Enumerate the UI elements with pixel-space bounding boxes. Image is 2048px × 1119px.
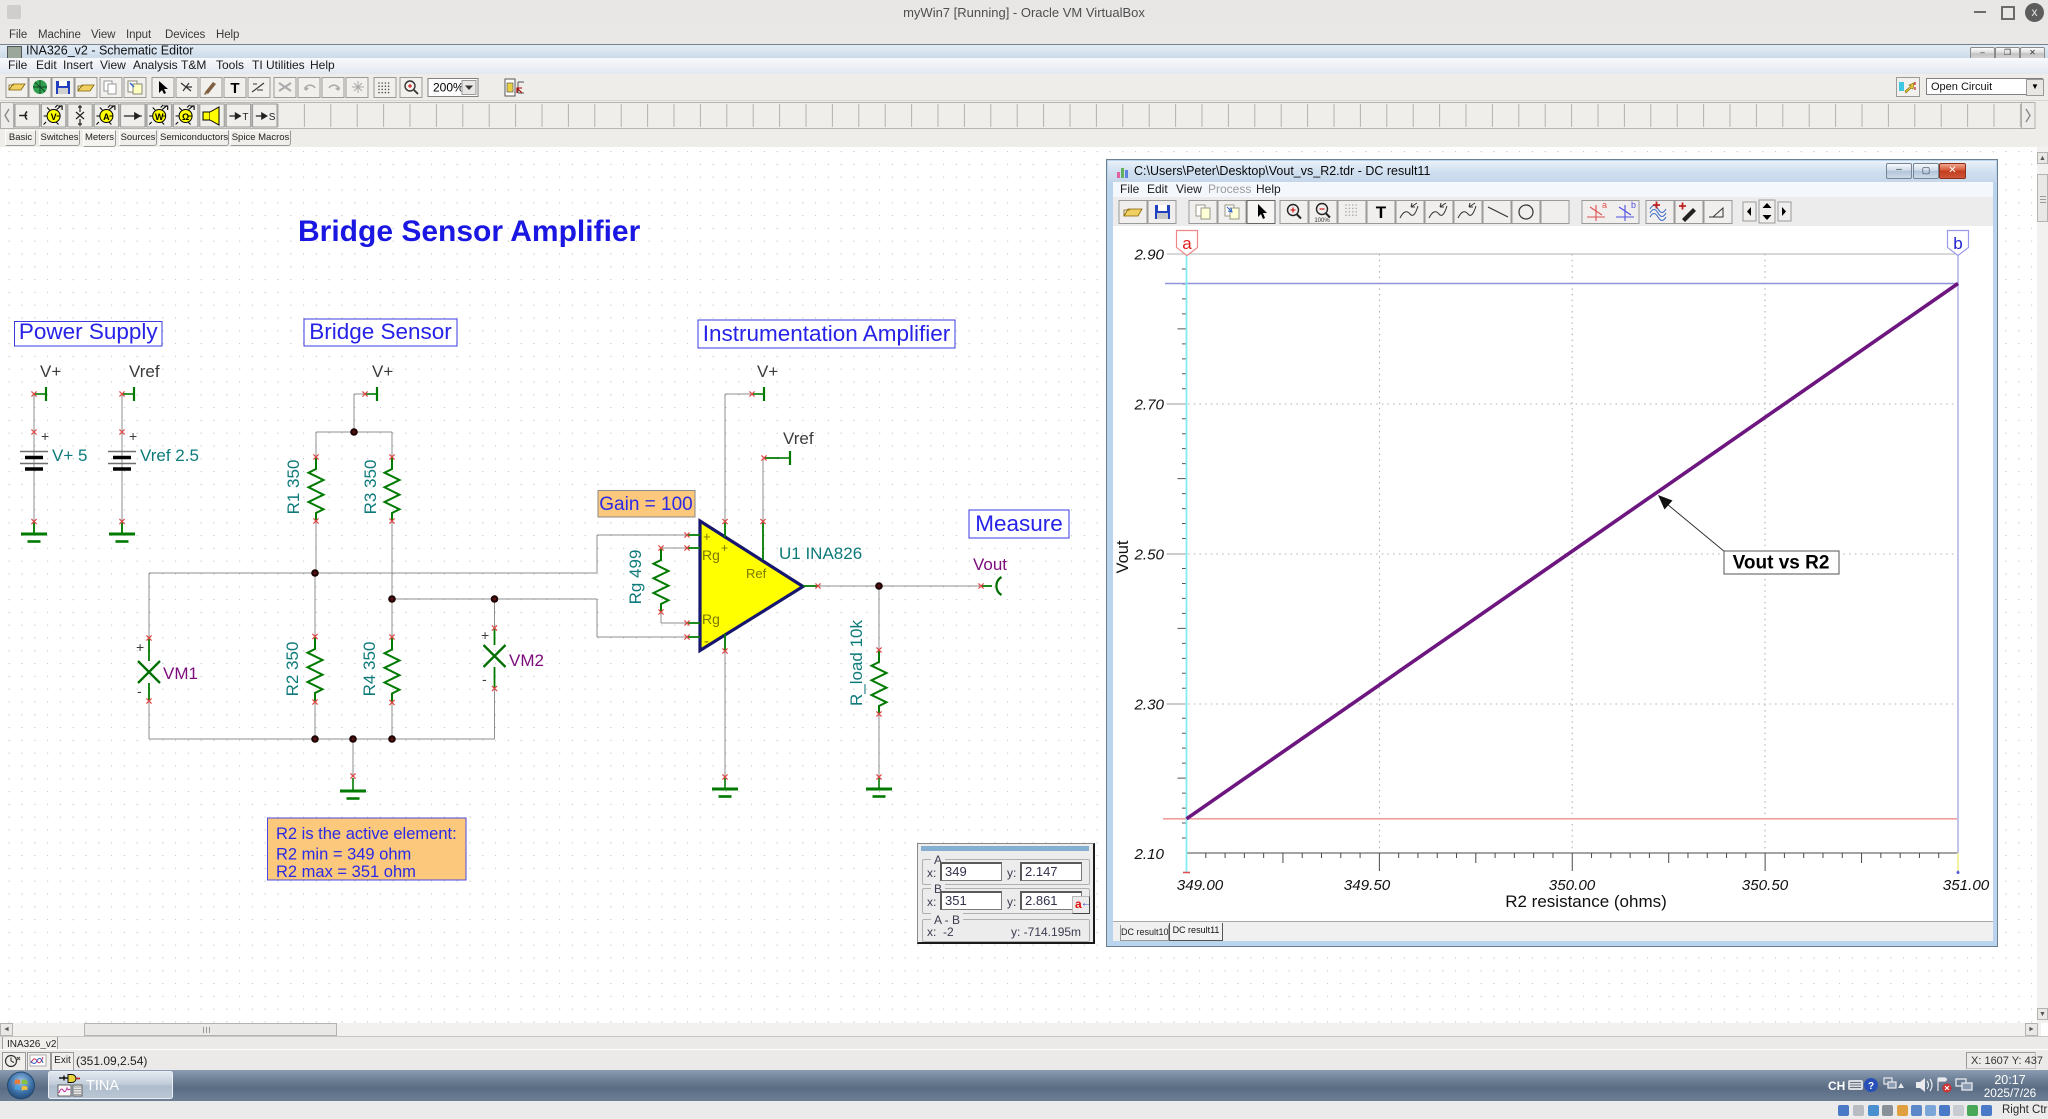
svg-text:+: +: [703, 529, 711, 544]
svg-text:R2 min = 349 ohm: R2 min = 349 ohm: [276, 846, 411, 864]
svg-text:Rg: Rg: [702, 547, 720, 563]
svg-text:349.50: 349.50: [1344, 877, 1391, 894]
svg-text:Vref: Vref: [129, 362, 160, 381]
svg-text:V+: V+: [40, 362, 61, 381]
svg-text:Vout: Vout: [1114, 540, 1132, 573]
svg-text:2.30: 2.30: [1133, 697, 1164, 714]
svg-text:R_load 10k: R_load 10k: [847, 620, 866, 707]
svg-text:S: S: [269, 112, 276, 123]
svg-text:V: V: [51, 112, 57, 122]
svg-text:Vref: Vref: [783, 429, 814, 448]
svg-text:V+ 5: V+ 5: [52, 446, 87, 465]
svg-text:Bridge Sensor Amplifier: Bridge Sensor Amplifier: [298, 215, 641, 248]
svg-text:R2 350: R2 350: [283, 642, 302, 697]
svg-text:-: -: [137, 683, 142, 699]
svg-text:Gain = 100: Gain = 100: [599, 494, 693, 515]
svg-text:R2 max = 351 ohm: R2 max = 351 ohm: [276, 863, 416, 881]
svg-text:2.90: 2.90: [1133, 247, 1164, 264]
svg-text:R2 is the active element:: R2 is the active element:: [276, 825, 457, 843]
svg-text:Power Supply: Power Supply: [19, 319, 159, 344]
svg-text:a: a: [1182, 234, 1192, 253]
svg-text:VM2: VM2: [509, 651, 544, 670]
svg-text:+: +: [41, 428, 49, 444]
svg-text:+: +: [721, 541, 728, 555]
svg-text:U1 INA826: U1 INA826: [779, 544, 862, 563]
svg-text:Measure: Measure: [975, 511, 1063, 536]
svg-text:b: b: [1631, 200, 1636, 210]
svg-text:Instrumentation Amplifier: Instrumentation Amplifier: [703, 321, 951, 346]
svg-text:CH: CH: [1828, 1079, 1845, 1093]
svg-text:Vout vs R2: Vout vs R2: [1733, 553, 1830, 574]
svg-text:V+: V+: [372, 362, 393, 381]
svg-text:A: A: [103, 112, 110, 122]
svg-text:+: +: [481, 627, 489, 643]
svg-text:?: ?: [1868, 1081, 1874, 1092]
svg-text:V+: V+: [757, 362, 778, 381]
svg-text:2.50: 2.50: [1133, 547, 1164, 564]
svg-text:200%: 200%: [433, 81, 464, 95]
svg-text:20:17: 20:17: [1994, 1073, 2025, 1087]
svg-text:Vout: Vout: [973, 555, 1007, 574]
svg-text:2.70: 2.70: [1133, 397, 1164, 414]
svg-text:Rg 499: Rg 499: [626, 550, 645, 605]
svg-text:Rg: Rg: [702, 611, 720, 627]
svg-text:100%: 100%: [1314, 218, 1330, 224]
svg-text:T: T: [230, 80, 239, 97]
svg-text:Bridge Sensor: Bridge Sensor: [309, 319, 452, 344]
svg-text:-: -: [482, 671, 487, 687]
svg-text:R4 350: R4 350: [360, 642, 379, 697]
svg-text:2.10: 2.10: [1133, 846, 1164, 863]
svg-text:Vref 2.5: Vref 2.5: [140, 446, 199, 465]
svg-text:350.50: 350.50: [1742, 877, 1789, 894]
svg-text:R3 350: R3 350: [361, 460, 380, 515]
svg-text:INA326_v2 - Schematic Editor: INA326_v2 - Schematic Editor: [26, 45, 193, 58]
svg-text:T: T: [242, 112, 248, 123]
svg-text:T: T: [1376, 203, 1387, 222]
svg-text:Ω: Ω: [182, 112, 189, 122]
svg-text:R1 350: R1 350: [284, 460, 303, 515]
svg-text:351.00: 351.00: [1943, 877, 1990, 894]
svg-text:349.00: 349.00: [1177, 877, 1224, 894]
svg-text:Ref: Ref: [746, 566, 767, 581]
svg-text:+: +: [129, 428, 137, 444]
svg-text:2025/7/26: 2025/7/26: [1984, 1086, 2037, 1100]
svg-text:VM1: VM1: [163, 664, 198, 683]
svg-text:-: -: [704, 633, 709, 650]
svg-text:W: W: [155, 112, 164, 122]
svg-text:b: b: [1953, 234, 1962, 253]
svg-text:TINA: TINA: [86, 1078, 119, 1094]
svg-text:a: a: [1602, 200, 1607, 210]
svg-text:+: +: [136, 639, 144, 655]
svg-text:R2 resistance (ohms): R2 resistance (ohms): [1505, 892, 1667, 911]
